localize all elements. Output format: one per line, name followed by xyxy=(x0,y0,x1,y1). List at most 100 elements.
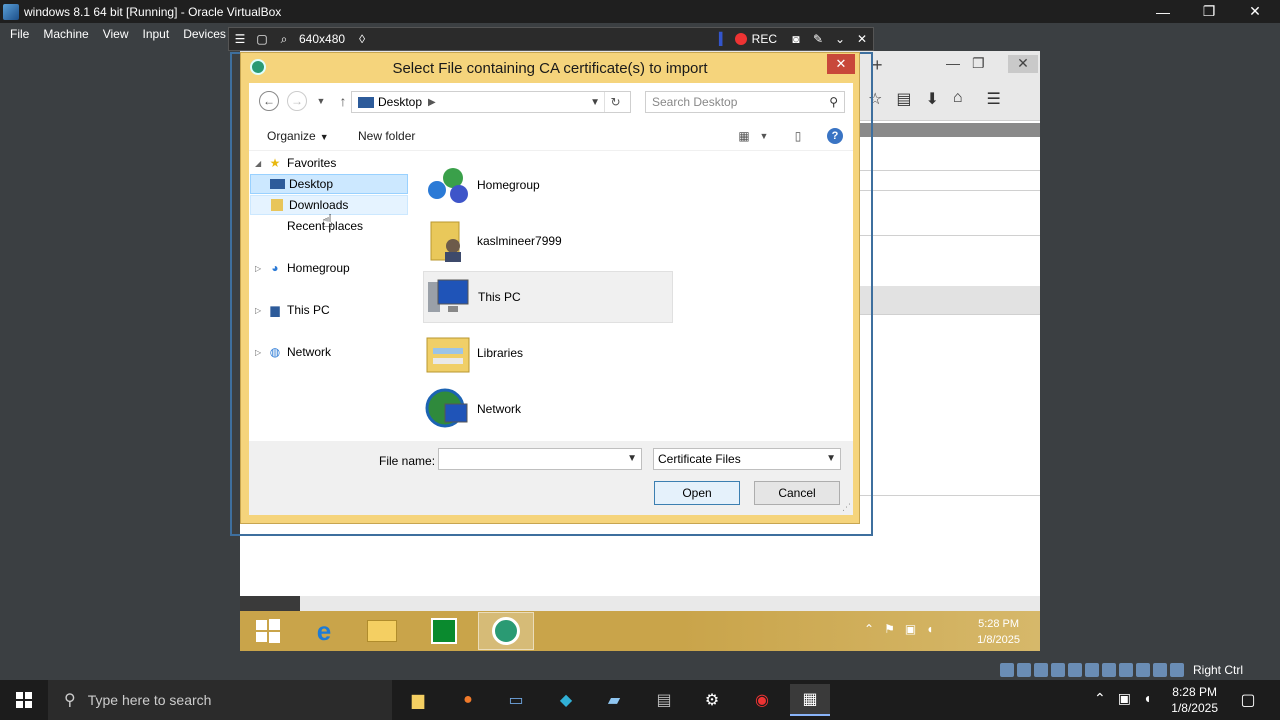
bg-restore-icon[interactable]: ❐ xyxy=(972,55,985,72)
star-icon[interactable]: ☆ xyxy=(868,89,882,109)
host-start-button[interactable] xyxy=(4,684,44,716)
mouse-integration-icon[interactable] xyxy=(1153,663,1167,677)
minimize-button[interactable]: — xyxy=(1140,0,1186,23)
tray-chevron-icon[interactable]: ⌃ xyxy=(1094,690,1106,707)
hamburger-icon[interactable]: ☰ xyxy=(987,89,1001,109)
file-item-this-pc[interactable]: This PC xyxy=(423,271,673,323)
view-options-icon[interactable]: ▦ xyxy=(735,127,753,145)
recording-icon[interactable] xyxy=(1119,663,1133,677)
camera-icon[interactable]: ◙ xyxy=(785,28,807,50)
record-icon[interactable] xyxy=(734,33,747,45)
file-explorer-icon[interactable]: ▆ xyxy=(398,684,438,716)
app-taskbar-icon[interactable] xyxy=(478,612,534,650)
fullscreen-icon[interactable]: ▢ xyxy=(251,28,273,50)
network-tray-icon[interactable]: ▣ xyxy=(1118,690,1131,707)
search-icon[interactable]: ⚲ xyxy=(829,95,838,109)
shared-folders-icon[interactable] xyxy=(1085,663,1099,677)
download-icon[interactable]: ⬇ xyxy=(925,89,938,109)
audio-icon[interactable] xyxy=(1034,663,1048,677)
droplet-icon[interactable]: ◊ xyxy=(351,28,373,50)
file-explorer-icon[interactable] xyxy=(354,612,410,650)
pen-icon[interactable]: ✎ xyxy=(807,28,829,50)
volume-icon[interactable]: ◖ xyxy=(926,622,933,636)
restore-button[interactable]: ❐ xyxy=(1186,0,1232,23)
tray-chevron-icon[interactable]: ⌃ xyxy=(864,622,874,636)
hdd-icon[interactable] xyxy=(1000,663,1014,677)
clipboard-icon[interactable]: ▤ xyxy=(896,89,911,109)
menu-file[interactable]: File xyxy=(0,27,36,41)
host-clock[interactable]: 8:28 PM 1/8/2025 xyxy=(1171,684,1218,716)
preview-pane-icon[interactable]: ▯ xyxy=(789,127,807,145)
new-folder-button[interactable]: New folder xyxy=(358,129,415,143)
optical-icon[interactable] xyxy=(1017,663,1031,677)
view-dropdown-icon[interactable]: ▼ xyxy=(755,127,773,145)
cpu-icon[interactable] xyxy=(1136,663,1150,677)
chevron-down-icon[interactable]: ⌄ xyxy=(829,28,851,50)
nav-network[interactable]: ▷ ◍ Network xyxy=(249,342,407,362)
firefox-icon[interactable]: ● xyxy=(448,684,488,716)
recent-locations-button[interactable]: ▼ xyxy=(311,91,331,111)
refresh-button[interactable]: ↻ xyxy=(604,92,626,112)
nav-this-pc[interactable]: ▷ ▆ This PC xyxy=(249,300,407,320)
file-item-user-folder[interactable]: kaslmineer7999 xyxy=(423,215,673,267)
start-button[interactable] xyxy=(240,612,296,650)
forward-button[interactable]: → xyxy=(287,91,307,111)
ie-icon[interactable]: e xyxy=(296,612,352,650)
resize-grip-icon[interactable]: ⋰ xyxy=(842,502,851,513)
printer-app-icon[interactable]: ▤ xyxy=(644,684,684,716)
help-icon[interactable]: ? xyxy=(827,128,843,144)
chevron-right-icon[interactable]: ▶ xyxy=(428,97,436,108)
notification-icon[interactable]: ▢ xyxy=(1228,684,1268,716)
file-name-input[interactable]: ▼ xyxy=(438,448,642,470)
virtualbox-taskbar-icon[interactable]: ▦ xyxy=(790,684,830,716)
record-app-icon[interactable]: ◉ xyxy=(742,684,782,716)
dialog-close-button[interactable]: ✕ xyxy=(827,54,855,74)
nav-favorites[interactable]: ◢ ★ Favorites xyxy=(249,153,407,173)
nav-homegroup[interactable]: ▷ ◕ Homegroup xyxy=(249,258,407,278)
open-button[interactable]: Open xyxy=(654,481,740,505)
file-item-libraries[interactable]: Libraries xyxy=(423,327,673,379)
rec-label[interactable]: REC xyxy=(752,32,777,46)
search-input[interactable]: Search Desktop ⚲ xyxy=(645,91,845,113)
menu-devices[interactable]: Devices xyxy=(176,27,233,41)
address-bar[interactable]: Desktop ▶ ▼ ↻ xyxy=(351,91,631,113)
new-tab-icon[interactable]: + xyxy=(872,55,883,76)
back-button[interactable]: ← xyxy=(259,91,279,111)
notes-app-icon[interactable]: ▰ xyxy=(594,684,634,716)
scale-icon[interactable]: ⌕ xyxy=(273,28,295,50)
usb-icon[interactable] xyxy=(1068,663,1082,677)
keyboard-icon[interactable] xyxy=(1170,663,1184,677)
menu-machine[interactable]: Machine xyxy=(36,27,95,41)
volume-muted-icon[interactable]: ◖ xyxy=(1143,690,1151,707)
menu-icon[interactable]: ☰ xyxy=(229,28,251,50)
menu-input[interactable]: Input xyxy=(136,27,177,41)
address-dropdown-icon[interactable]: ▼ xyxy=(590,97,600,108)
guest-clock[interactable]: 5:28 PM 1/8/2025 xyxy=(977,616,1020,648)
expand-arrow-icon[interactable]: ◢ xyxy=(255,159,265,168)
settings-gear-icon[interactable]: ⚙ xyxy=(692,684,732,716)
file-type-select[interactable]: Certificate Files ▼ xyxy=(653,448,841,470)
host-search-box[interactable]: ⚲ Type here to search xyxy=(48,680,392,720)
expand-arrow-icon[interactable]: ▷ xyxy=(255,264,265,273)
file-item-network[interactable]: Network xyxy=(423,383,673,435)
network-tray-icon[interactable]: ▣ xyxy=(905,622,916,636)
display-icon[interactable] xyxy=(1102,663,1116,677)
close-toolbar-icon[interactable]: ✕ xyxy=(851,28,873,50)
nav-desktop[interactable]: Desktop xyxy=(250,174,408,194)
store-icon[interactable] xyxy=(416,612,472,650)
bg-close-icon[interactable]: ✕ xyxy=(1008,55,1038,73)
chevron-down-icon[interactable]: ▼ xyxy=(826,453,836,464)
home-icon[interactable]: ⌂ xyxy=(953,89,963,109)
expand-arrow-icon[interactable]: ▷ xyxy=(255,306,265,315)
remote-desktop-icon[interactable]: ▭ xyxy=(496,684,536,716)
visual-studio-icon[interactable]: ◆ xyxy=(546,684,586,716)
flag-icon[interactable]: ⚑ xyxy=(884,622,895,636)
network-status-icon[interactable] xyxy=(1051,663,1065,677)
up-button[interactable]: ↑ xyxy=(333,91,353,111)
scrollbar[interactable] xyxy=(240,596,1040,611)
close-button[interactable]: ✕ xyxy=(1232,0,1278,23)
chevron-down-icon[interactable]: ▼ xyxy=(627,453,637,464)
organize-button[interactable]: Organize ▼ xyxy=(267,129,329,143)
menu-view[interactable]: View xyxy=(96,27,136,41)
expand-arrow-icon[interactable]: ▷ xyxy=(255,348,265,357)
